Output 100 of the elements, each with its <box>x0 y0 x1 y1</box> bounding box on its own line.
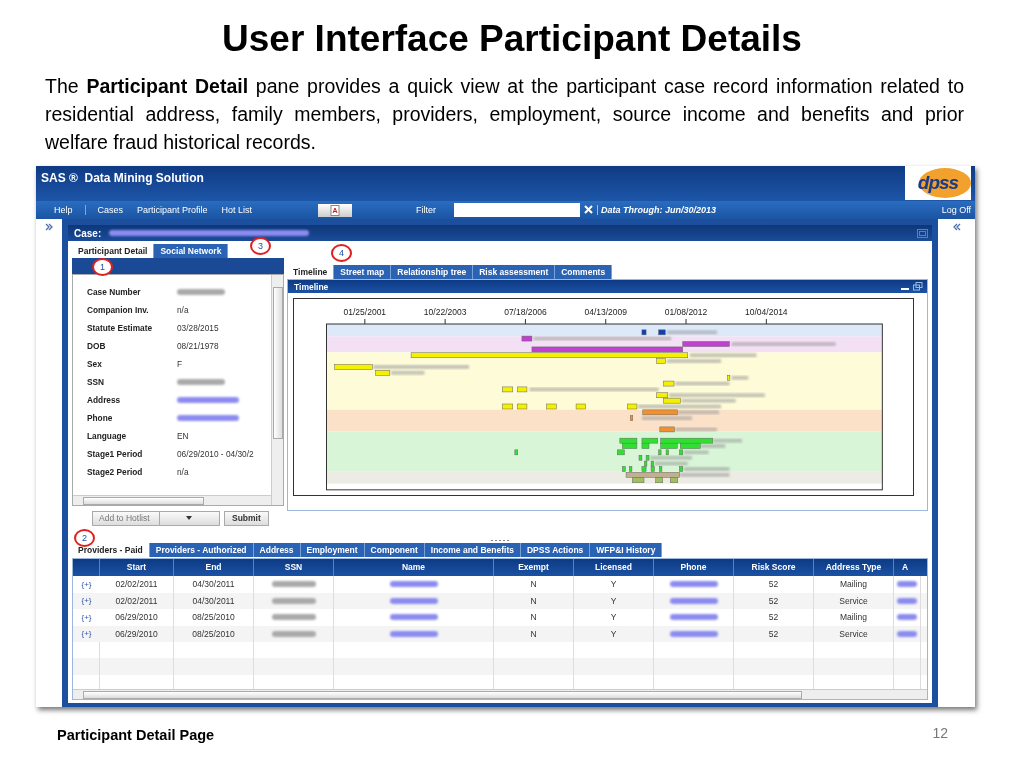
scrollbar[interactable] <box>73 495 271 505</box>
table-cell: 52 <box>734 609 814 626</box>
column-header[interactable]: Exempt <box>494 559 574 576</box>
expand-icon[interactable] <box>45 223 53 231</box>
pdf-button[interactable] <box>318 203 353 217</box>
tick-label: 10/22/2003 <box>423 307 467 317</box>
field-value: n/a <box>177 305 189 315</box>
field-label: Stage1 Period <box>87 449 144 459</box>
table-cell: Service <box>814 592 894 609</box>
expand-button[interactable]: {+} <box>81 579 92 589</box>
filter-field[interactable] <box>454 203 581 217</box>
table-cell: Y <box>574 576 654 593</box>
scrollbar[interactable] <box>271 275 283 505</box>
table-cell: 52 <box>734 576 814 593</box>
field-label: Language <box>87 431 128 441</box>
field-label: Sex <box>87 359 103 369</box>
tab[interactable]: Income and Benefits <box>424 543 521 557</box>
callout-number: 4 <box>331 244 352 262</box>
column-header[interactable]: Licensed <box>574 559 654 576</box>
column-header[interactable]: Phone <box>654 559 734 576</box>
tab[interactable]: Providers - Authorized <box>149 543 254 557</box>
field-label: DOB <box>87 341 107 351</box>
blurred-text <box>669 597 718 604</box>
table-cell: 02/02/2011 <box>100 576 174 593</box>
filter-label: Filter <box>416 205 437 215</box>
blurred-text <box>177 415 239 421</box>
tab[interactable]: Risk assessment <box>473 265 556 279</box>
field-label: Companion Inv. <box>87 305 150 315</box>
field-label: SSN <box>87 377 106 387</box>
blurred-text <box>389 630 438 637</box>
tab[interactable]: Component <box>364 543 425 557</box>
column-header[interactable]: Start <box>100 559 174 576</box>
blurred-text <box>271 581 316 588</box>
field-value: 03/28/2015 <box>177 323 219 333</box>
tab[interactable]: WFP&I History <box>590 543 663 557</box>
splitter-handle[interactable] <box>490 539 510 542</box>
column-header[interactable]: Address Type <box>814 559 894 576</box>
table-cell: 06/29/2010 <box>100 609 174 626</box>
blurred-text <box>669 630 718 637</box>
submit-button[interactable]: Submit <box>224 510 269 526</box>
restore-icon[interactable] <box>913 282 923 291</box>
expand-button[interactable]: {+} <box>81 612 92 622</box>
collapse-icon[interactable] <box>952 223 961 231</box>
menu-item[interactable]: Cases <box>97 205 124 215</box>
blurred-text <box>897 630 917 637</box>
tab[interactable]: Employment <box>300 543 365 557</box>
field-value: EN <box>177 431 189 441</box>
tick-label: 01/25/2001 <box>343 307 387 317</box>
data-through-label: Data Through: Jun/30/2013 <box>597 205 717 215</box>
blurred-text <box>669 614 718 621</box>
logoff-link[interactable]: Log Off <box>941 205 971 215</box>
table-cell: 08/25/2010 <box>174 609 254 626</box>
blurred-text <box>897 614 917 621</box>
expand-button[interactable]: {+} <box>81 596 92 606</box>
page-number: 12 <box>932 725 948 741</box>
tab[interactable]: Address <box>253 543 301 557</box>
blurred-text <box>389 614 438 621</box>
field-value: n/a <box>177 467 189 477</box>
tick-label: 04/13/2009 <box>584 307 627 317</box>
column-header[interactable]: A <box>894 559 921 576</box>
scrollbar[interactable] <box>73 689 927 699</box>
blurred-text <box>177 379 225 385</box>
caret-icon <box>186 516 193 520</box>
table-cell: 04/30/2011 <box>174 592 254 609</box>
callout-number: 1 <box>92 258 113 276</box>
hotlist-dropdown[interactable]: Add to Hotlist <box>92 510 220 526</box>
field-label: Case Number <box>87 287 142 297</box>
blurred-text <box>897 597 917 604</box>
tab[interactable]: DPSS Actions <box>520 543 591 557</box>
menu-item[interactable]: Hot List <box>221 205 253 215</box>
slide-paragraph: The Participant Detail pane provides a quick view at the participant case record information related to residential address, family members, providers, employment, source income and benefits and prior welfare fraud historical records. <box>45 74 964 155</box>
field-value: 08/21/1978 <box>177 341 219 351</box>
close-icon[interactable] <box>584 204 594 216</box>
blurred-text <box>897 581 917 588</box>
column-header[interactable]: End <box>174 559 254 576</box>
table-cell: 04/30/2011 <box>174 576 254 593</box>
maximize-icon[interactable] <box>917 228 928 238</box>
table-cell: Y <box>574 592 654 609</box>
table-cell: Mailing <box>814 576 894 593</box>
tab[interactable]: Street map <box>334 265 392 279</box>
tick-label: 01/08/2012 <box>664 307 708 317</box>
column-header[interactable]: Risk Score <box>734 559 814 576</box>
column-header[interactable]: SSN <box>254 559 334 576</box>
blurred-text <box>389 581 438 588</box>
field-label: Phone <box>87 413 114 423</box>
tab[interactable]: Relationship tree <box>391 265 474 279</box>
blurred-text <box>271 614 316 621</box>
field-label: Stage2 Period <box>87 467 144 477</box>
menu-item[interactable]: Help <box>54 205 86 215</box>
column-header[interactable]: Name <box>334 559 494 576</box>
field-value: 06/29/2010 - 04/30/2 <box>177 449 254 459</box>
table-cell: N <box>494 576 574 593</box>
blurred-text <box>177 397 239 403</box>
tab[interactable]: Social Network <box>154 244 229 258</box>
table-cell: 02/02/2011 <box>100 592 174 609</box>
menu-item[interactable]: Participant Profile <box>137 205 208 215</box>
blurred-text <box>271 597 316 604</box>
tab[interactable]: Comments <box>555 265 613 279</box>
expand-button[interactable]: {+} <box>81 629 92 639</box>
table-cell: Y <box>574 609 654 626</box>
